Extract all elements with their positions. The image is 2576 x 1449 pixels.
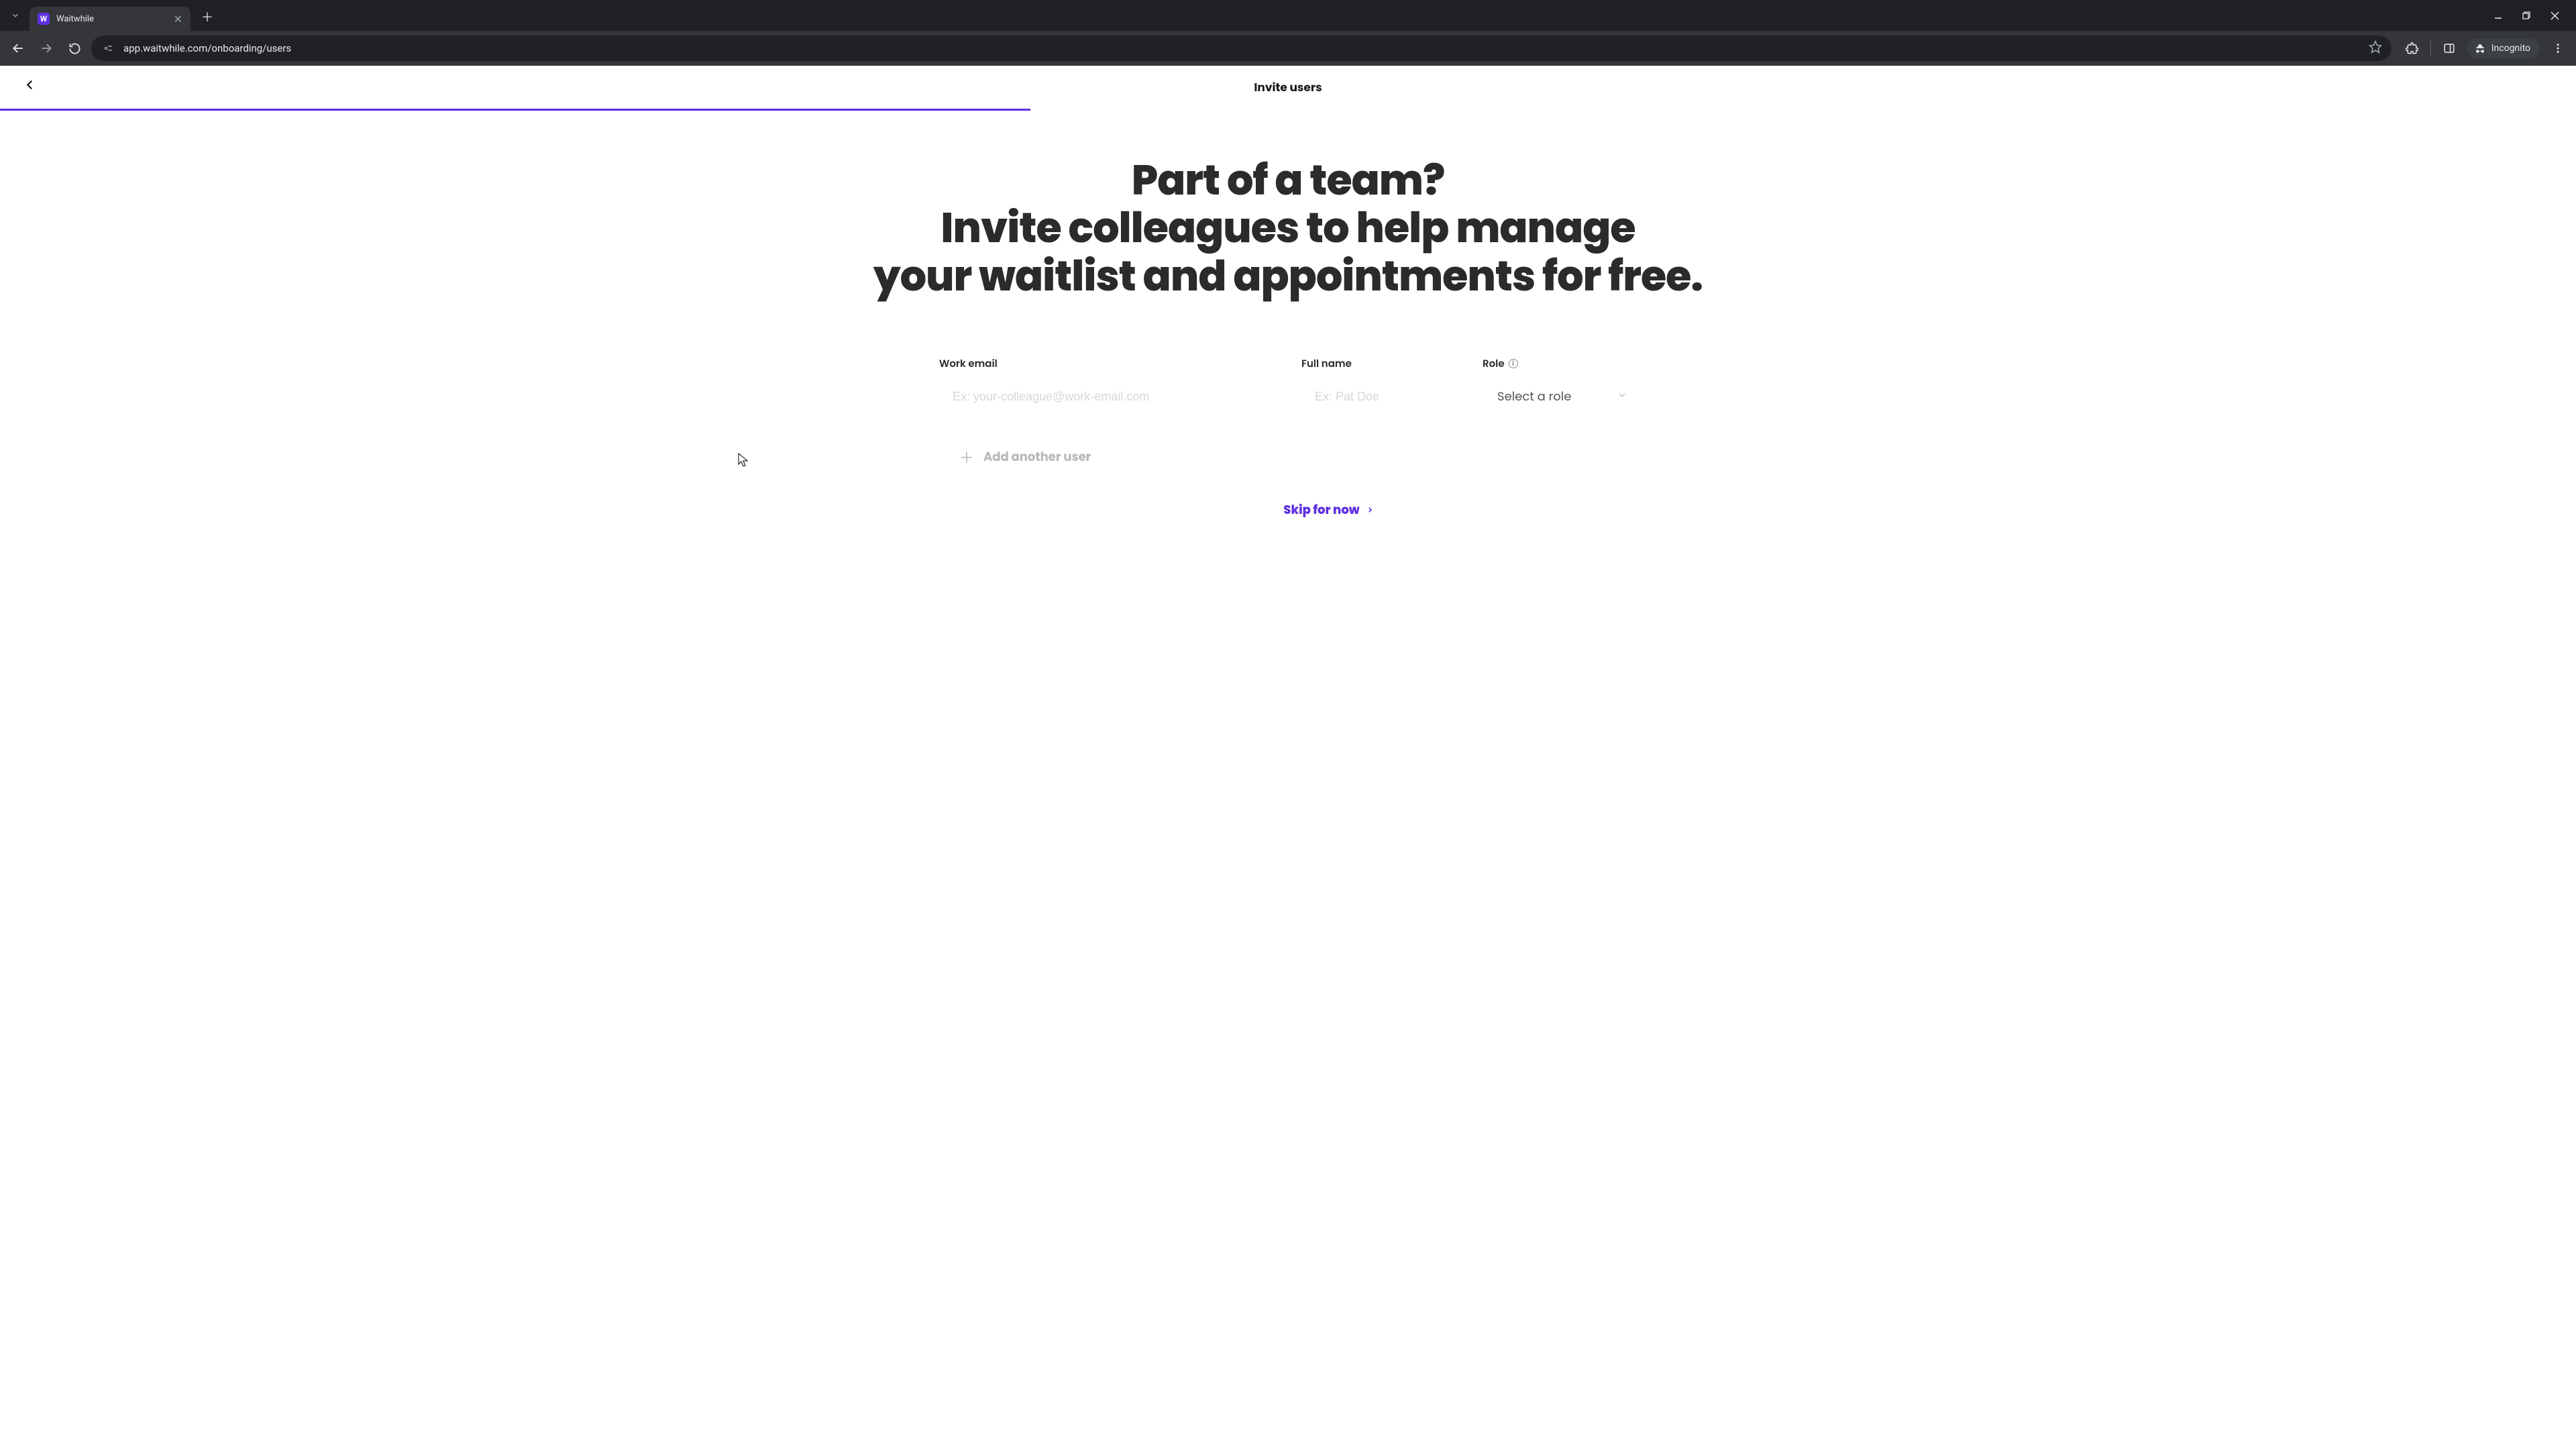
browser-menu-button[interactable] xyxy=(2546,37,2569,60)
tab-search-dropdown[interactable] xyxy=(4,4,27,27)
skip-label: Skip for now xyxy=(1283,501,1359,519)
browser-chrome: W Waitwhile ✕ ＋ xyxy=(0,0,2576,66)
address-bar[interactable]: app.waitwhile.com/onboarding/users xyxy=(91,36,2392,61)
tab-title: Waitwhile xyxy=(56,14,167,24)
hero-line-3: your waitlist and appointments for free. xyxy=(873,247,1703,305)
chevron-left-icon xyxy=(24,79,36,91)
back-button[interactable] xyxy=(7,37,30,60)
info-icon[interactable]: i xyxy=(1509,359,1518,368)
window-controls xyxy=(2491,9,2571,22)
forward-button[interactable] xyxy=(35,37,58,60)
incognito-icon xyxy=(2474,42,2486,54)
page-back-button[interactable] xyxy=(24,79,36,96)
favicon-icon: W xyxy=(38,13,50,25)
reload-button[interactable] xyxy=(63,37,86,60)
add-user-label: Add another user xyxy=(983,448,1091,466)
label-name: Full name xyxy=(1301,356,1476,372)
extensions-button[interactable] xyxy=(2401,37,2424,60)
reload-icon xyxy=(68,42,81,55)
close-window-button[interactable] xyxy=(2548,9,2561,22)
mouse-cursor-icon xyxy=(738,453,749,468)
site-info-icon[interactable] xyxy=(101,41,115,56)
role-select-value: Select a role xyxy=(1497,388,1571,406)
minimize-button[interactable] xyxy=(2491,9,2505,22)
divider xyxy=(2430,41,2431,56)
progress-fill xyxy=(0,109,1030,111)
label-role-text: Role xyxy=(1483,356,1505,372)
hero-heading: Part of a team? Invite colleagues to hel… xyxy=(0,156,2576,300)
kebab-icon xyxy=(2552,42,2564,54)
browser-toolbar: app.waitwhile.com/onboarding/users Incog… xyxy=(0,31,2576,66)
panel-icon xyxy=(2443,42,2455,54)
plus-icon: ＋ xyxy=(959,446,974,469)
skip-link[interactable]: Skip for now xyxy=(1283,501,1373,519)
progress-bar xyxy=(0,109,2576,111)
label-role: Role i xyxy=(1483,356,1637,372)
chevron-down-icon xyxy=(11,11,20,20)
browser-tab[interactable]: W Waitwhile ✕ xyxy=(30,7,191,31)
maximize-button[interactable] xyxy=(2520,9,2533,22)
incognito-indicator[interactable]: Incognito xyxy=(2467,38,2540,58)
new-tab-button[interactable]: ＋ xyxy=(197,7,217,27)
arrow-right-icon xyxy=(40,42,53,55)
label-email: Work email xyxy=(939,356,1295,372)
puzzle-icon xyxy=(2406,42,2418,55)
close-icon[interactable]: ✕ xyxy=(174,13,182,25)
star-icon xyxy=(2369,40,2382,54)
chevron-down-icon xyxy=(1617,388,1627,406)
skip-row: Skip for now xyxy=(939,501,1637,519)
incognito-label: Incognito xyxy=(2491,43,2530,54)
hero: Part of a team? Invite colleagues to hel… xyxy=(0,156,2576,300)
page-title: Invite users xyxy=(1254,78,1322,96)
arrow-left-icon xyxy=(11,42,25,55)
form-labels: Work email Full name Role i xyxy=(939,356,1637,372)
email-field[interactable] xyxy=(939,383,1295,411)
name-field[interactable] xyxy=(1301,383,1476,411)
chevron-right-icon xyxy=(1366,503,1373,517)
invite-form: Work email Full name Role i Select a rol… xyxy=(939,356,1637,519)
form-inputs: Select a role xyxy=(939,381,1637,413)
bookmark-button[interactable] xyxy=(2369,40,2382,56)
tab-strip: W Waitwhile ✕ ＋ xyxy=(0,0,2576,31)
url-text: app.waitwhile.com/onboarding/users xyxy=(123,42,291,54)
toolbar-right: Incognito xyxy=(2397,37,2569,60)
page-content: Invite users Part of a team? Invite coll… xyxy=(0,66,2576,1449)
side-panel-button[interactable] xyxy=(2438,37,2461,60)
page-header: Invite users xyxy=(0,66,2576,109)
add-user-button[interactable]: ＋ Add another user xyxy=(939,446,1637,469)
role-select[interactable]: Select a role xyxy=(1483,381,1637,413)
